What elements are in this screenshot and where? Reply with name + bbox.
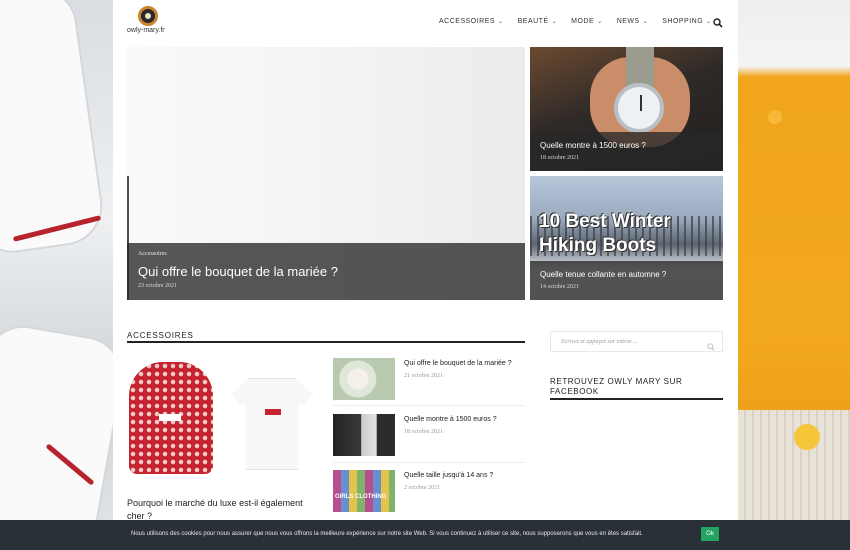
image-text-line1: 10 Best Winter: [539, 211, 671, 232]
post-date: 21 octobre 2021: [404, 373, 443, 379]
chevron-down-icon: ⌄: [706, 18, 712, 25]
search-input[interactable]: [561, 336, 701, 348]
watch-image: [614, 83, 664, 133]
site-header: owly-mary.fr ACCESSOIRES ⌄ BEAUTÉ ⌄ MODE…: [113, 0, 738, 42]
red-hoodie-image: [129, 362, 213, 474]
post-title[interactable]: Quelle taille jusqu'à 14 ans ?: [404, 472, 493, 479]
nav-item-mode[interactable]: MODE ⌄: [571, 15, 603, 27]
nav-label: ACCESSOIRES: [439, 17, 496, 25]
hero-side-overlay: Quelle montre à 1500 euros ? 18 octobre …: [530, 132, 723, 171]
hero-main-category[interactable]: Accessoires: [138, 251, 167, 257]
post-date: 18 octobre 2021: [404, 429, 443, 435]
image-text-winter: 10 Best Winter Hiking Boots: [539, 210, 671, 258]
white-tshirt-image: [231, 378, 313, 470]
hero-side-title[interactable]: Quelle montre à 1500 euros ?: [540, 141, 646, 150]
section-divider: [127, 341, 525, 343]
hero-side-overlay: Quelle tenue collante en automne ? 14 oc…: [530, 261, 723, 300]
search-icon[interactable]: [707, 338, 715, 351]
hero-side-title[interactable]: Quelle tenue collante en automne ?: [540, 270, 666, 279]
chevron-down-icon: ⌄: [498, 18, 504, 25]
tshirt-logo: [265, 409, 281, 415]
owl-logo-icon: [138, 6, 158, 26]
nav-label: BEAUTÉ: [517, 17, 549, 25]
list-item[interactable]: Quelle montre à 1500 euros ? 18 octobre …: [333, 414, 525, 458]
chevron-down-icon: ⌄: [597, 18, 603, 25]
nav-label: MODE: [571, 17, 595, 25]
logo-text: owly-mary.fr: [127, 27, 165, 34]
featured-post-image[interactable]: [127, 356, 319, 484]
list-item[interactable]: Qui offre le bouquet de la mariée ? 21 o…: [333, 358, 525, 402]
hero-main-title[interactable]: Qui offre le bouquet de la mariée ?: [138, 264, 338, 279]
facebook-widget-title: RETROUVEZ OWLY MARY SUR FACEBOOK: [550, 377, 683, 396]
divider: [333, 462, 525, 463]
hero-side-date: 14 octobre 2021: [540, 284, 579, 290]
hero-side-post-winter[interactable]: 10 Best Winter Hiking Boots Quelle tenue…: [530, 176, 723, 300]
post-title[interactable]: Qui offre le bouquet de la mariée ?: [404, 360, 512, 367]
hero-main-date: 23 octobre 2021: [138, 283, 177, 289]
yellow-ball: [794, 424, 820, 450]
watch-thumbnail[interactable]: [333, 414, 395, 456]
nav-label: SHOPPING: [662, 17, 704, 25]
yellow-dot: [768, 110, 782, 124]
chevron-down-icon: ⌄: [642, 18, 649, 25]
bouquet-thumbnail[interactable]: [333, 358, 395, 400]
watch-hand: [640, 95, 642, 111]
watch-strap: [626, 47, 654, 87]
nav-item-beaute[interactable]: BEAUTÉ ⌄: [518, 15, 558, 27]
divider: [333, 405, 525, 406]
hoodie-logo: [159, 414, 181, 421]
page-container: owly-mary.fr ACCESSOIRES ⌄ BEAUTÉ ⌄ MODE…: [113, 0, 738, 520]
section-title[interactable]: ACCESSOIRES: [127, 331, 194, 340]
nav-item-accessoires[interactable]: ACCESSOIRES ⌄: [439, 15, 504, 27]
nav-label: NEWS: [616, 17, 640, 25]
hero-side-post-watch[interactable]: Quelle montre à 1500 euros ? 18 octobre …: [530, 47, 723, 171]
sneaker-image-2: [0, 319, 113, 550]
list-item[interactable]: GIRLS CLOTHING Quelle taille jusqu'à 14 …: [333, 470, 525, 514]
chevron-down-icon: ⌄: [551, 18, 558, 25]
site-logo[interactable]: owly-mary.fr: [127, 6, 187, 38]
sidebar-divider: [550, 398, 723, 400]
thumbnail-text: GIRLS CLOTHING: [335, 494, 387, 500]
cookie-banner: Nous utilisons des cookies pour nous ass…: [0, 520, 850, 550]
clothing-thumbnail[interactable]: GIRLS CLOTHING: [333, 470, 395, 512]
sidebar-search: [550, 331, 723, 352]
nav-item-news[interactable]: NEWS ⌄: [617, 15, 649, 27]
background-left-sneakers: [0, 0, 113, 550]
hero-main-overlay: Accessoires Qui offre le bouquet de la m…: [127, 243, 525, 300]
featured-post-title[interactable]: Pourquoi le marché du luxe est-il égalem…: [127, 497, 319, 520]
nav-item-shopping[interactable]: SHOPPING ⌄: [662, 15, 711, 27]
hero-side-date: 18 octobre 2021: [540, 155, 579, 161]
cookie-accept-button[interactable]: Ok: [701, 527, 719, 541]
image-text-line2: Hiking Boots: [539, 235, 657, 256]
cookie-text: Nous utilisons des cookies pour nous ass…: [131, 531, 643, 537]
post-date: 2 octobre 2021: [404, 485, 440, 491]
background-right-yellow: [738, 0, 850, 550]
post-title[interactable]: Quelle montre à 1500 euros ?: [404, 416, 497, 423]
search-icon[interactable]: [713, 15, 723, 28]
main-nav: ACCESSOIRES ⌄ BEAUTÉ ⌄ MODE ⌄ NEWS ⌄ SHO…: [439, 15, 712, 27]
hero-main-post[interactable]: Accessoires Qui offre le bouquet de la m…: [127, 47, 525, 300]
